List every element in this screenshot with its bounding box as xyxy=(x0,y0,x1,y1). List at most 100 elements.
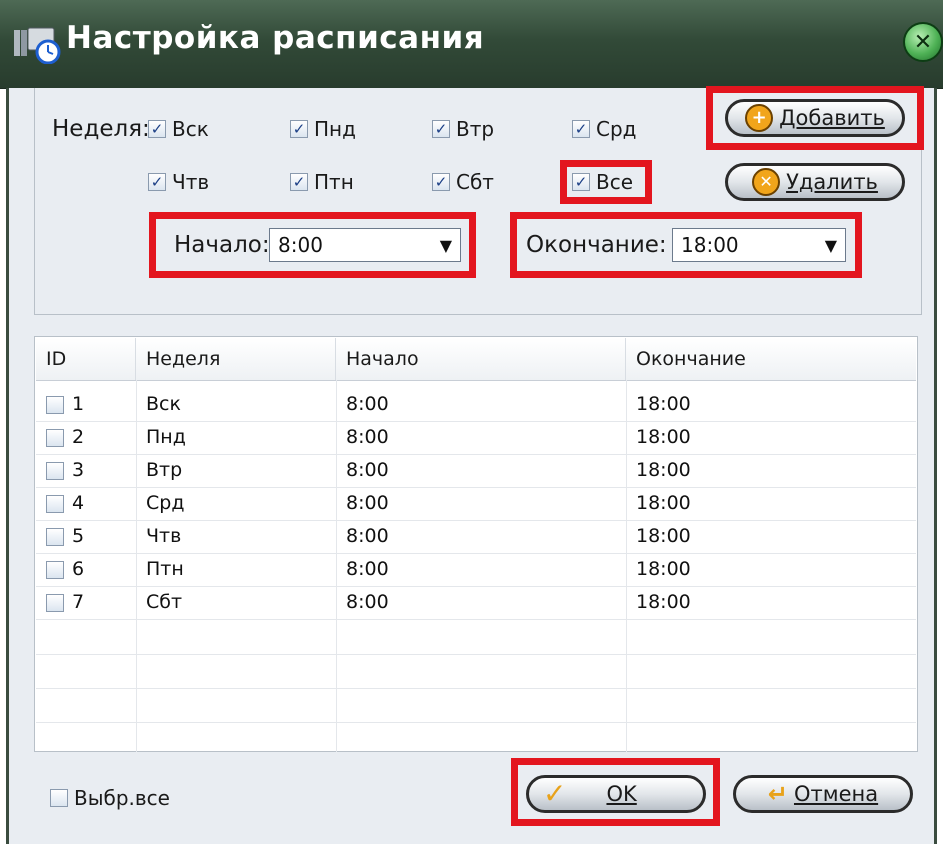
start-time-label: Начало: xyxy=(174,232,270,258)
row-id: 3 xyxy=(72,459,85,481)
table-header: ID Неделя Начало Окончание xyxy=(36,338,916,381)
cancel-button[interactable]: ↵ Отмена xyxy=(733,775,913,813)
row-week: Птн xyxy=(146,558,184,580)
row-checkbox[interactable]: ✓ xyxy=(46,560,64,579)
day-checkbox-thu[interactable]: ✓ Чтв xyxy=(148,170,209,194)
row-checkbox[interactable]: ✓ xyxy=(46,593,64,612)
row-week: Пнд xyxy=(146,426,186,448)
day-label: Пнд xyxy=(314,117,356,141)
table-row[interactable]: ✓2 Пнд 8:00 18:00 xyxy=(36,421,916,455)
table-row[interactable]: ✓1 Вск 8:00 18:00 xyxy=(36,388,916,422)
week-label: Неделя: xyxy=(52,116,150,142)
dropdown-arrow-icon: ▼ xyxy=(824,235,837,255)
row-start: 8:00 xyxy=(346,558,389,580)
row-checkbox[interactable]: ✓ xyxy=(46,527,64,546)
row-checkbox[interactable]: ✓ xyxy=(46,395,64,414)
row-week: Сбт xyxy=(146,591,183,613)
all-days-label: Все xyxy=(596,170,634,194)
row-checkbox[interactable]: ✓ xyxy=(46,461,64,480)
row-checkbox-cell[interactable]: ✓1 xyxy=(36,388,136,421)
row-end: 18:00 xyxy=(636,558,691,580)
checkbox-icon[interactable]: ✓ xyxy=(432,120,450,138)
schedule-clock-icon xyxy=(14,24,62,65)
column-header-start[interactable]: Начало xyxy=(336,338,626,380)
empty-row-divider xyxy=(36,654,916,655)
row-start: 8:00 xyxy=(346,426,389,448)
select-all-label: Выбр.все xyxy=(74,786,170,810)
day-checkbox-sat[interactable]: ✓ Сбт xyxy=(432,170,494,194)
delete-button[interactable]: ✕ Удалить xyxy=(725,163,905,201)
empty-row-divider xyxy=(36,722,916,723)
day-label: Сбт xyxy=(456,170,494,194)
table-row[interactable]: ✓6 Птн 8:00 18:00 xyxy=(36,553,916,587)
start-time-value: 8:00 xyxy=(278,233,323,257)
row-id: 5 xyxy=(72,525,85,547)
ok-button-label: OK xyxy=(606,782,637,806)
day-label: Срд xyxy=(596,117,637,141)
row-week: Втр xyxy=(146,459,183,481)
plus-icon: + xyxy=(745,104,774,132)
delete-button-label: Удалить xyxy=(786,170,878,194)
add-button[interactable]: + Добавить xyxy=(725,99,905,137)
checkbox-icon[interactable]: ✓ xyxy=(148,120,166,138)
table-row[interactable]: ✓4 Срд 8:00 18:00 xyxy=(36,487,916,521)
row-end: 18:00 xyxy=(636,393,691,415)
empty-row-divider xyxy=(36,688,916,689)
row-id: 4 xyxy=(72,492,85,514)
day-checkbox-mon[interactable]: ✓ Пнд xyxy=(290,117,356,141)
add-button-label: Добавить xyxy=(779,106,885,130)
ok-button[interactable]: ✓ OK xyxy=(526,775,706,813)
start-time-select[interactable]: 8:00 ▼ xyxy=(269,228,461,262)
checkbox-icon[interactable]: ✓ xyxy=(432,173,450,191)
row-checkbox-cell[interactable]: ✓4 xyxy=(36,487,136,520)
checkbox-icon[interactable]: ✓ xyxy=(290,173,308,191)
row-checkbox-cell[interactable]: ✓5 xyxy=(36,520,136,553)
table-row[interactable]: ✓7 Сбт 8:00 18:00 xyxy=(36,586,916,620)
checkmark-icon: ✓ xyxy=(543,777,567,810)
end-time-label: Окончание: xyxy=(526,232,667,258)
row-checkbox-cell[interactable]: ✓3 xyxy=(36,454,136,487)
window-title: Настройка расписания xyxy=(66,20,485,56)
row-checkbox[interactable]: ✓ xyxy=(46,428,64,447)
all-days-checkbox[interactable]: ✓ Все xyxy=(572,170,633,194)
day-label: Чтв xyxy=(172,170,210,194)
column-header-id[interactable]: ID xyxy=(36,338,136,380)
checkbox-icon[interactable]: ✓ xyxy=(572,173,590,191)
row-checkbox-cell[interactable]: ✓2 xyxy=(36,421,136,454)
day-checkbox-fri[interactable]: ✓ Птн xyxy=(290,170,354,194)
row-id: 1 xyxy=(72,393,85,415)
row-checkbox-cell[interactable]: ✓6 xyxy=(36,553,136,586)
end-time-value: 18:00 xyxy=(681,233,739,257)
row-checkbox[interactable]: ✓ xyxy=(46,494,64,513)
table-row[interactable]: ✓5 Чтв 8:00 18:00 xyxy=(36,520,916,554)
checkbox-icon[interactable]: ✓ xyxy=(572,120,590,138)
select-all-checkbox[interactable]: ✓ Выбр.все xyxy=(50,786,170,810)
checkbox-icon[interactable]: ✓ xyxy=(50,789,68,807)
close-icon[interactable]: ✕ xyxy=(903,22,943,62)
row-start: 8:00 xyxy=(346,591,389,613)
day-label: Птн xyxy=(314,170,354,194)
day-checkbox-tue[interactable]: ✓ Втр xyxy=(432,117,494,141)
checkbox-icon[interactable]: ✓ xyxy=(148,173,166,191)
row-id: 7 xyxy=(72,591,85,613)
row-end: 18:00 xyxy=(636,426,691,448)
row-start: 8:00 xyxy=(346,525,389,547)
dropdown-arrow-icon: ▼ xyxy=(439,235,452,255)
checkbox-icon[interactable]: ✓ xyxy=(290,120,308,138)
row-week: Чтв xyxy=(146,525,182,547)
end-time-select[interactable]: 18:00 ▼ xyxy=(672,228,846,262)
row-checkbox-cell[interactable]: ✓7 xyxy=(36,586,136,619)
day-label: Втр xyxy=(456,117,495,141)
cancel-button-label: Отмена xyxy=(793,782,879,806)
row-end: 18:00 xyxy=(636,591,691,613)
row-end: 18:00 xyxy=(636,525,691,547)
column-header-end[interactable]: Окончание xyxy=(626,338,916,380)
row-end: 18:00 xyxy=(636,492,691,514)
day-label: Вск xyxy=(172,117,209,141)
delete-x-icon: ✕ xyxy=(752,168,781,196)
day-checkbox-wed[interactable]: ✓ Срд xyxy=(572,117,637,141)
row-end: 18:00 xyxy=(636,459,691,481)
day-checkbox-sun[interactable]: ✓ Вск xyxy=(148,117,209,141)
table-row[interactable]: ✓3 Втр 8:00 18:00 xyxy=(36,454,916,488)
column-header-week[interactable]: Неделя xyxy=(136,338,336,380)
